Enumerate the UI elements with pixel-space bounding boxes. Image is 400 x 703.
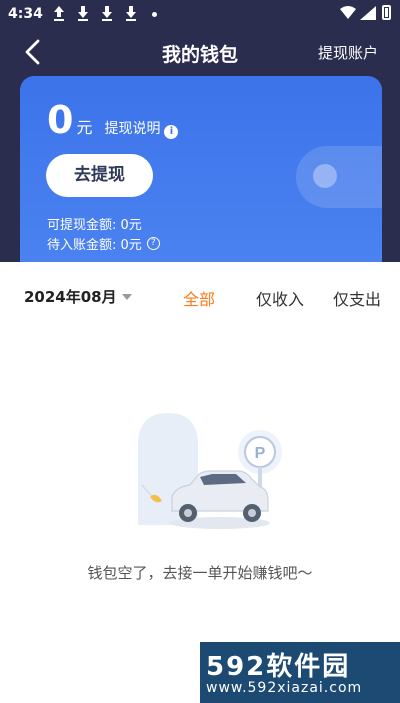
download-icon: [102, 6, 112, 21]
upload-icon: [54, 6, 64, 21]
wallet-card: 0 元 提现说明 i 去提现 可提现金额: 0元 待入账金额: 0元 ?: [20, 76, 382, 262]
info-icon: i: [164, 125, 179, 139]
empty-wallet-illustration: P: [138, 413, 282, 529]
card-decoration: [296, 146, 382, 208]
tab-all[interactable]: 全部: [183, 286, 215, 310]
wifi-icon: [340, 6, 356, 19]
caret-down-icon: [121, 293, 132, 300]
month-selector[interactable]: 2024年08月: [24, 286, 132, 307]
tab-income-only[interactable]: 仅收入: [256, 286, 304, 310]
notification-dot-icon: [152, 12, 157, 17]
svg-text:P: P: [255, 445, 266, 462]
card-decoration-dot: [313, 164, 337, 188]
withdraw-account-link[interactable]: 提现账户: [318, 42, 378, 63]
site-watermark: 592软件园 www.592xiazai.com: [200, 642, 400, 703]
watermark-url: www.592xiazai.com: [206, 680, 363, 696]
battery-icon: [382, 5, 391, 20]
empty-state-message: 钱包空了，去接一单开始赚钱吧～: [87, 564, 313, 582]
signal-icon: [360, 6, 376, 20]
navbar: 我的钱包 提现账户: [0, 30, 400, 74]
withdraw-explain-label: 提现说明: [104, 121, 161, 137]
pending-amount-row: 待入账金额: 0元 ?: [47, 234, 160, 253]
status-time: 4:34: [8, 6, 43, 22]
balance-amount: 0: [47, 98, 74, 142]
withdraw-button[interactable]: 去提现: [46, 154, 153, 197]
help-icon[interactable]: ?: [146, 237, 160, 250]
status-bar: 4:34: [0, 0, 400, 30]
header-background: 4:34 我的钱包 提现账户 0 元 提现说明 i 去提现 可提现金额: 0元 …: [0, 0, 400, 262]
withdrawable-amount: 可提现金额: 0元: [47, 218, 142, 233]
balance: 0 元 提现说明 i: [47, 98, 179, 142]
filter-bar: 2024年08月 全部 仅收入 仅支出: [0, 262, 400, 326]
month-label: 2024年08月: [24, 288, 117, 306]
withdraw-explain-link[interactable]: 提现说明 i: [104, 118, 179, 139]
watermark-logo: 592软件园: [206, 652, 351, 682]
download-icon: [126, 6, 136, 21]
tab-expense-only[interactable]: 仅支出: [333, 286, 381, 310]
balance-unit: 元: [76, 118, 93, 137]
pending-amount: 待入账金额: 0元: [47, 238, 142, 253]
download-icon: [78, 6, 88, 21]
